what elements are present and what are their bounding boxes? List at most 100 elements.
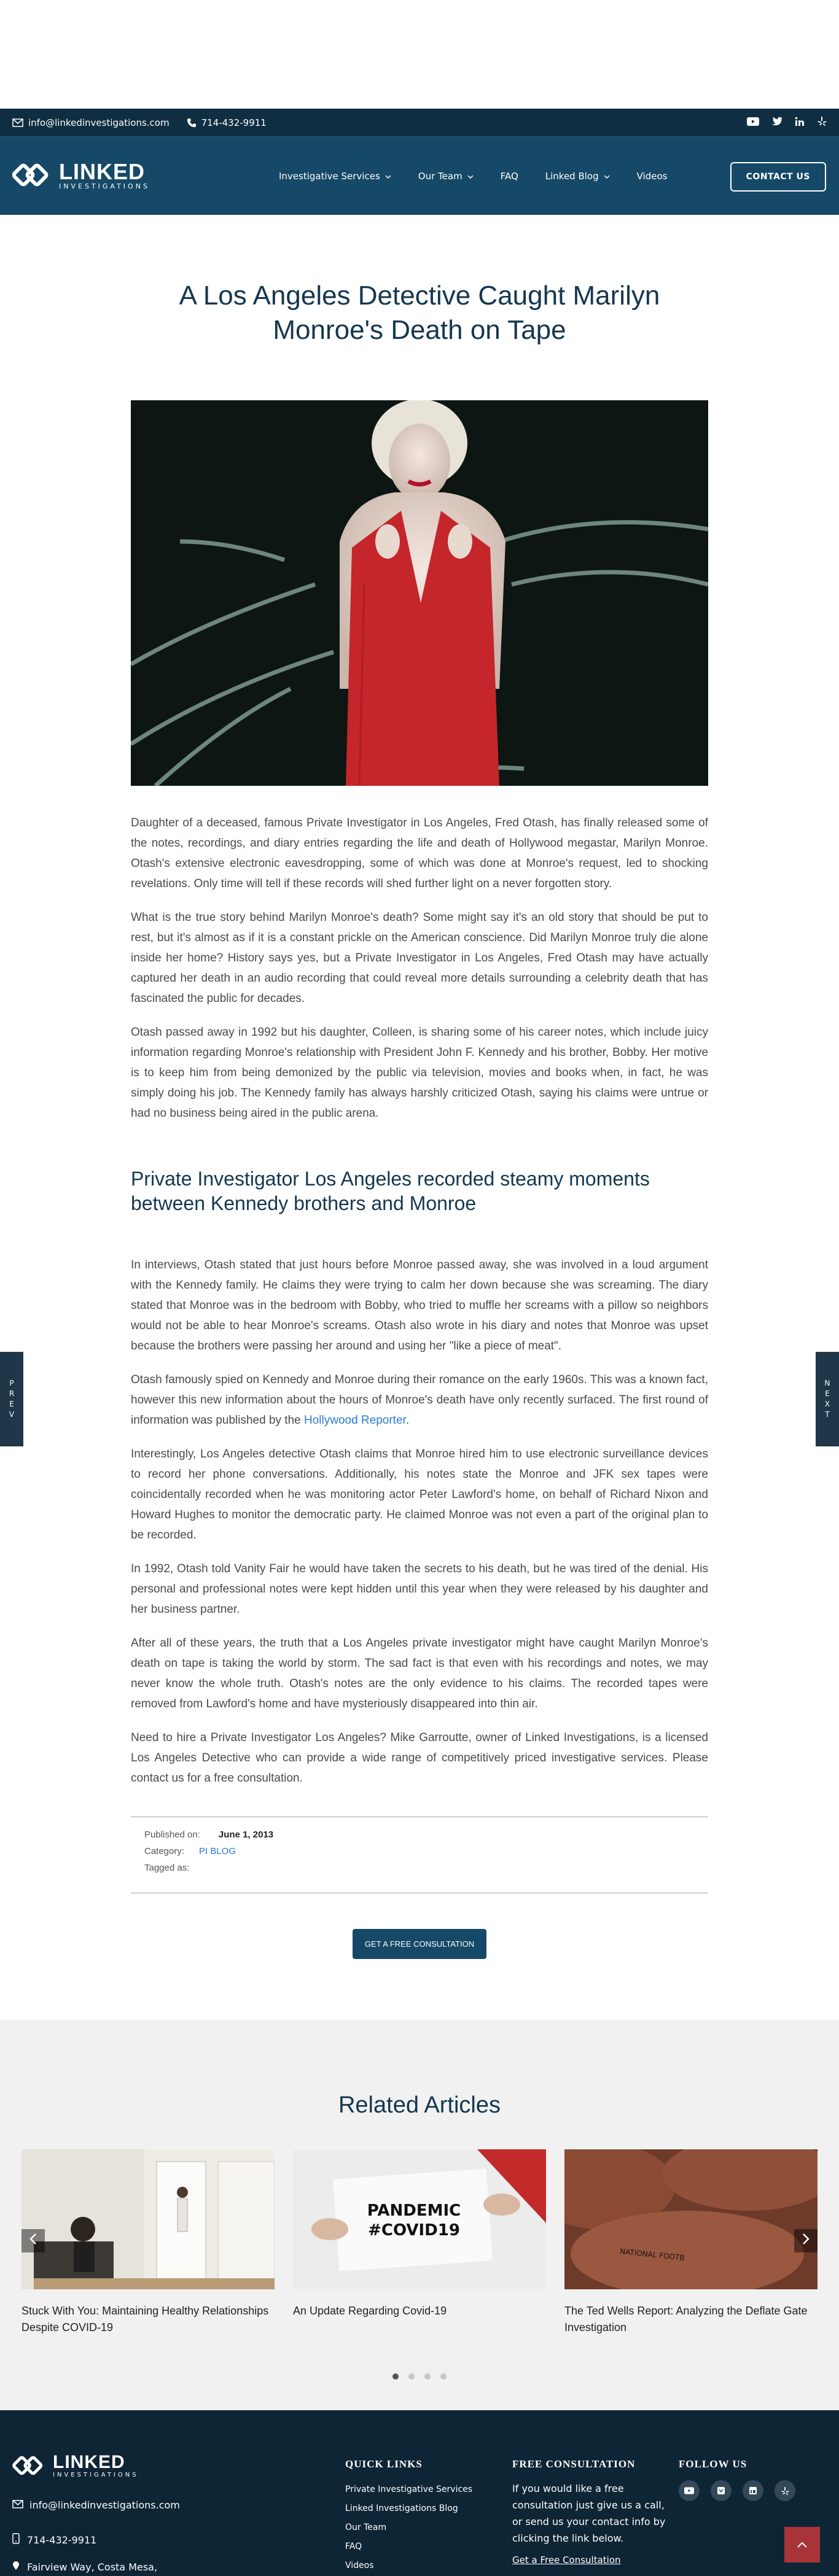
published-row: Published on: June 1, 2013: [144, 1829, 695, 1840]
article-subheading: Private Investigator Los Angeles recorde…: [131, 1168, 650, 1214]
carousel-dot[interactable]: [408, 2373, 415, 2380]
consult-text: If you would like a free consultation ju…: [512, 2483, 666, 2544]
envelope-icon: [12, 118, 23, 127]
free-consultation-button[interactable]: GET A FREE CONSULTATION: [352, 1929, 487, 1959]
related-card-image: PANDEMIC #COVID19: [293, 2149, 546, 2289]
top-blank-area: [0, 0, 839, 109]
tagged-label: Tagged as:: [144, 1863, 190, 1873]
twitter-icon[interactable]: [771, 117, 782, 128]
nav-investigative-services[interactable]: Investigative Services: [279, 171, 391, 182]
published-label: Published on:: [144, 1829, 200, 1840]
footer-phone: 714-432-9911: [27, 2534, 97, 2546]
footer-logo-sub: INVESTIGATIONS: [53, 2472, 139, 2478]
carousel-prev-arrow[interactable]: [21, 2229, 45, 2252]
yelp-icon[interactable]: [817, 116, 827, 129]
hollywood-reporter-link[interactable]: Hollywood Reporter: [304, 1414, 406, 1427]
footer-logo-name: LINKED: [53, 2452, 125, 2472]
youtube-icon[interactable]: [679, 2480, 700, 2501]
contact-us-button[interactable]: CONTACT US: [730, 162, 826, 192]
footer-email-link[interactable]: info@linkedinvestigations.com: [12, 2499, 180, 2511]
hero-photo-marilyn-monroe: [131, 400, 708, 786]
nav-our-team[interactable]: Our Team: [418, 171, 474, 182]
article-paragraph: Interestingly, Los Angeles detective Ota…: [131, 1448, 708, 1542]
linkedin-icon[interactable]: [743, 2480, 763, 2501]
topbar-phone-link[interactable]: 714-432-9911: [187, 117, 267, 128]
chevron-down-icon: [385, 171, 391, 182]
prev-post-tab[interactable]: P R E V: [0, 1352, 23, 1446]
topbar-social: [747, 116, 827, 129]
footer-logo[interactable]: LINKED INVESTIGATIONS: [12, 2453, 258, 2480]
carousel-dot[interactable]: [392, 2373, 399, 2380]
nav-label: Investigative Services: [279, 170, 380, 182]
carousel-dot[interactable]: [424, 2373, 431, 2380]
related-card-title: Stuck With You: Maintaining Healthy Rela…: [21, 2305, 269, 2334]
carousel-dot[interactable]: [440, 2373, 447, 2380]
nav-faq[interactable]: FAQ: [501, 171, 518, 182]
youtube-icon[interactable]: [747, 117, 759, 128]
related-card-image: NATIONAL FOOTB: [564, 2149, 818, 2289]
published-date: June 1, 2013: [218, 1829, 274, 1840]
yelp-icon[interactable]: [775, 2480, 795, 2501]
envelope-icon: [12, 2499, 23, 2511]
article-paragraph: After all of these years, the truth that…: [131, 1637, 708, 1710]
footer-quick-links: QUICK LINKS Private Investigative Servic…: [345, 2458, 472, 2575]
logo-name: LINKED: [59, 158, 145, 184]
tab-letter: X: [824, 1400, 830, 1408]
page-title: A Los Angeles Detective Caught Marilyn M…: [179, 281, 660, 345]
covid-sign-text: #COVID19: [368, 2221, 460, 2240]
pandemic-sign-text: PANDEMIC: [367, 2202, 461, 2220]
article-paragraph: In interviews, Otash stated that just ho…: [131, 1259, 708, 1352]
consult-heading: FREE CONSULTATION: [512, 2458, 636, 2470]
footer-link[interactable]: Videos: [345, 2556, 472, 2575]
tab-letter: E: [9, 1400, 14, 1408]
tab-letter: T: [825, 1410, 830, 1419]
phone-icon: [187, 118, 197, 128]
footer-link[interactable]: Linked Investigations Blog: [345, 2499, 472, 2518]
topbar-email: info@linkedinvestigations.com: [28, 117, 170, 128]
nav-linked-blog[interactable]: Linked Blog: [545, 171, 610, 182]
footer-address-text: Fairview Way, Costa Mesa,: [27, 2561, 158, 2573]
nav-label: Videos: [636, 170, 668, 182]
footer-follow: FOLLOW US: [679, 2458, 795, 2501]
paragraph-text: .: [405, 1414, 410, 1427]
carousel-dots: [0, 2373, 839, 2380]
consult-link-text: Get a Free Consultation: [512, 2555, 621, 2566]
footer-consultation: FREE CONSULTATION If you would like a fr…: [512, 2458, 666, 2566]
footer-phone-link[interactable]: 714-432-9911: [12, 2533, 96, 2547]
related-card-image: [21, 2149, 275, 2289]
chevron-down-icon: [604, 171, 610, 182]
footer-link[interactable]: FAQ: [345, 2537, 472, 2556]
category-row: Category: PI BLOG: [144, 1846, 695, 1856]
footer-link[interactable]: Private Investigative Services: [345, 2480, 472, 2499]
footer-link[interactable]: Our Team: [345, 2518, 472, 2537]
article-paragraph: In 1992, Otash told Vanity Fair he would…: [131, 1562, 708, 1616]
carousel-next-arrow[interactable]: [794, 2229, 818, 2252]
category-link[interactable]: PI BLOG: [199, 1846, 236, 1856]
map-marker-icon: [12, 2561, 20, 2573]
topbar-phone: 714-432-9911: [201, 117, 267, 128]
related-card[interactable]: NATIONAL FOOTB The Ted Wells Report: Ana…: [564, 2149, 818, 2336]
back-to-top-button[interactable]: [784, 2527, 820, 2562]
linkedin-icon[interactable]: [795, 117, 805, 129]
nav-label: FAQ: [500, 170, 518, 182]
related-card[interactable]: PANDEMIC #COVID19 An Update Regarding Co…: [293, 2149, 546, 2336]
article-paragraph: Otash passed away in 1992 but his daught…: [131, 1026, 708, 1120]
article-paragraph: Otash famously spied on Kennedy and Monr…: [131, 1370, 708, 1430]
footer-address: Fairview Way, Costa Mesa,: [12, 2561, 157, 2573]
chain-link-logo-icon: [12, 2453, 47, 2480]
article-paragraph: What is the true story behind Marilyn Mo…: [131, 911, 708, 1005]
site-logo[interactable]: LINKED INVESTIGATIONS: [12, 160, 258, 192]
related-card[interactable]: Stuck With You: Maintaining Healthy Rela…: [21, 2149, 275, 2336]
main-nav: Investigative Services Our Team FAQ Link…: [279, 171, 667, 182]
article-body: Daughter of a deceased, famous Private I…: [131, 813, 708, 1788]
tab-letter: P: [9, 1379, 14, 1387]
tab-letter: E: [825, 1389, 830, 1398]
next-post-tab[interactable]: N E X T: [816, 1352, 839, 1446]
nav-videos[interactable]: Videos: [637, 171, 668, 182]
topbar-email-link[interactable]: info@linkedinvestigations.com: [12, 117, 170, 128]
site-footer: LINKED INVESTIGATIONS info@linkedinvesti…: [0, 2410, 839, 2576]
article-paragraph: Daughter of a deceased, famous Private I…: [131, 817, 708, 890]
twitter-icon[interactable]: [711, 2480, 732, 2501]
consult-link[interactable]: Get a Free Consultation: [512, 2554, 666, 2566]
related-carousel: Stuck With You: Maintaining Healthy Rela…: [0, 2149, 839, 2336]
